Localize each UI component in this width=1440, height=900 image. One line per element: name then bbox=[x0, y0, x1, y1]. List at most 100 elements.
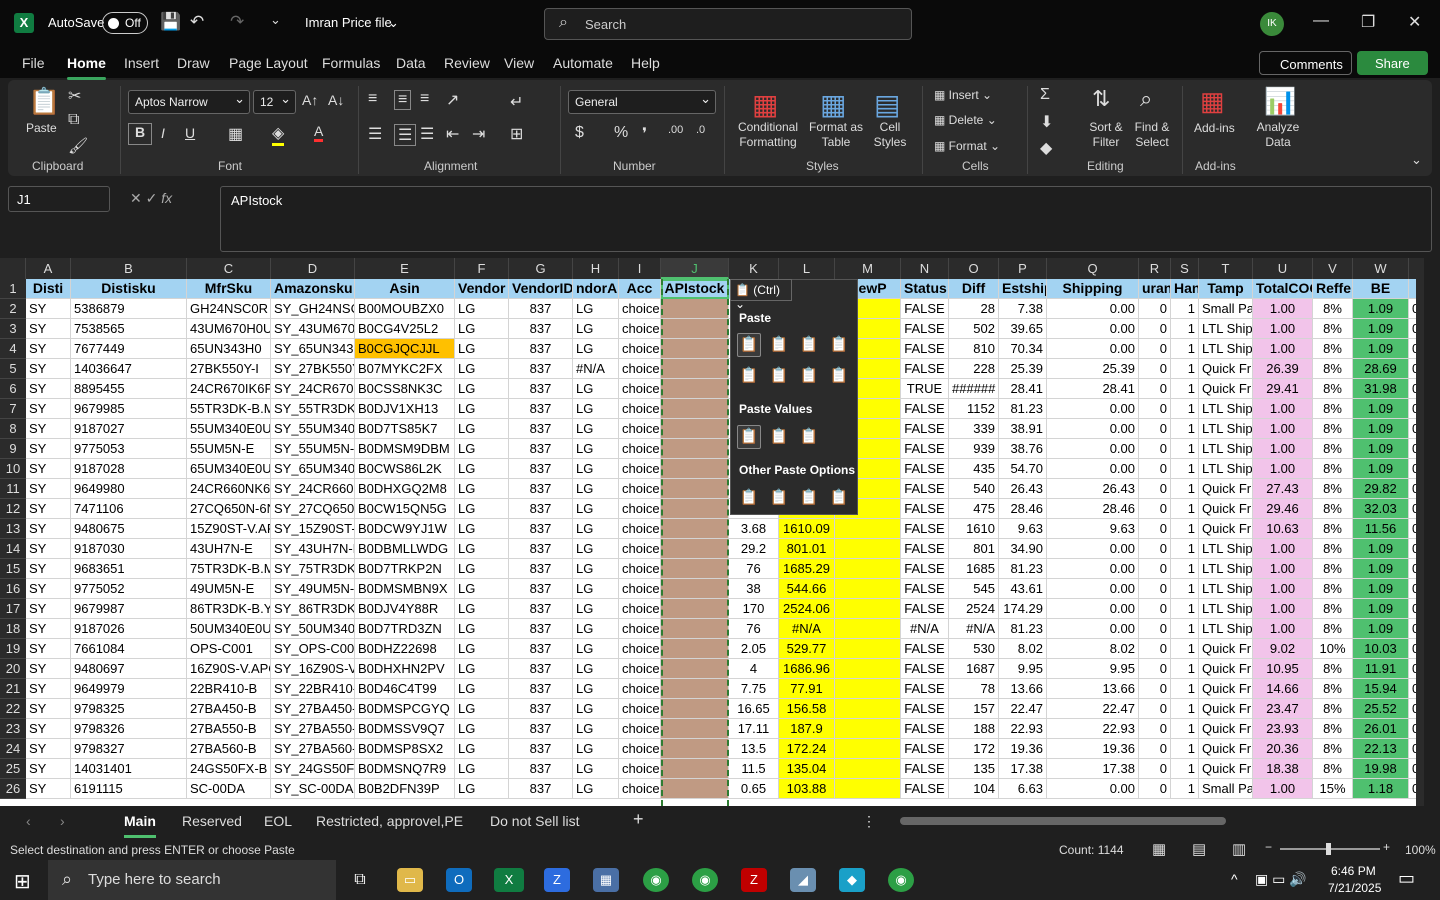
cell[interactable]: SY bbox=[26, 639, 71, 659]
cell[interactable]: Small Pa bbox=[1199, 779, 1253, 799]
cell[interactable]: 20.36 bbox=[1253, 739, 1313, 759]
cell[interactable]: LG bbox=[455, 599, 509, 619]
cell[interactable]: 29.82 bbox=[1353, 479, 1409, 499]
cell[interactable]: SY_15Z90ST-V bbox=[271, 519, 355, 539]
cell[interactable] bbox=[835, 659, 901, 679]
cell[interactable]: 435 bbox=[949, 459, 999, 479]
sort-filter-button[interactable]: Sort & Filter bbox=[1084, 120, 1128, 150]
cell[interactable]: 9683651 bbox=[71, 559, 187, 579]
cell[interactable]: SY bbox=[26, 499, 71, 519]
clock-date[interactable]: 7/21/2025 bbox=[1328, 881, 1381, 895]
row-header[interactable]: 1 bbox=[0, 279, 26, 299]
conditional-formatting-icon[interactable]: ▦ bbox=[752, 88, 778, 121]
formula-controls[interactable]: ✕ ✓ fx bbox=[130, 190, 172, 207]
find-icon[interactable]: ⌕ bbox=[1140, 86, 1152, 112]
cell[interactable]: choice bbox=[619, 539, 661, 559]
analyze-data-button[interactable]: Analyze Data bbox=[1254, 120, 1302, 150]
header-cell[interactable]: Disti bbox=[26, 279, 71, 299]
column-header-u[interactable]: U bbox=[1253, 258, 1313, 279]
cell[interactable]: LG bbox=[573, 659, 619, 679]
app-cube-icon[interactable]: ◆ bbox=[839, 868, 865, 892]
column-header-g[interactable]: G bbox=[509, 258, 573, 279]
cell[interactable]: choice bbox=[619, 499, 661, 519]
cell[interactable]: 172 bbox=[949, 739, 999, 759]
cell[interactable]: Small Pa bbox=[1199, 299, 1253, 319]
cell[interactable]: 837 bbox=[509, 359, 573, 379]
cell[interactable]: LG bbox=[455, 439, 509, 459]
cell[interactable]: 8% bbox=[1313, 339, 1353, 359]
tab-file[interactable]: File bbox=[22, 55, 45, 71]
cell[interactable]: LG bbox=[573, 499, 619, 519]
cell[interactable]: FALSE bbox=[901, 479, 949, 499]
paste-formulas-icon[interactable]: 📋 bbox=[767, 333, 791, 357]
cell[interactable] bbox=[661, 499, 729, 519]
cell[interactable]: choice bbox=[619, 679, 661, 699]
cell[interactable]: choice bbox=[619, 519, 661, 539]
cell[interactable]: FALSE bbox=[901, 579, 949, 599]
cell[interactable]: 8% bbox=[1313, 379, 1353, 399]
formatting-icon[interactable]: 📋 bbox=[737, 486, 761, 510]
cell[interactable]: choice bbox=[619, 659, 661, 679]
zoom-slider-thumb[interactable] bbox=[1326, 843, 1331, 855]
cell[interactable]: SY_27BA450-E bbox=[271, 699, 355, 719]
zoom-level[interactable]: 100% bbox=[1405, 843, 1436, 857]
sheet-tab-main[interactable]: Main bbox=[124, 813, 156, 838]
cell[interactable]: 81.23 bbox=[999, 399, 1047, 419]
cell[interactable]: 9.63 bbox=[999, 519, 1047, 539]
cell[interactable]: B0D7TRD3ZN bbox=[355, 619, 455, 639]
cell[interactable]: 8% bbox=[1313, 539, 1353, 559]
cell[interactable]: 1686.96 bbox=[779, 659, 835, 679]
cell[interactable]: 6.63 bbox=[999, 779, 1047, 799]
cell[interactable]: LG bbox=[573, 539, 619, 559]
cell[interactable]: FALSE bbox=[901, 359, 949, 379]
font-name-select[interactable]: Aptos Narrow bbox=[128, 90, 250, 114]
cell[interactable]: 837 bbox=[509, 759, 573, 779]
cell[interactable]: choice bbox=[619, 759, 661, 779]
cell[interactable]: FALSE bbox=[901, 759, 949, 779]
cell[interactable]: SY_16Z90S-V.A bbox=[271, 659, 355, 679]
cell[interactable]: SY bbox=[26, 779, 71, 799]
fill-icon[interactable]: ⬇ bbox=[1040, 112, 1053, 132]
cell[interactable]: 1 bbox=[1171, 659, 1199, 679]
cell[interactable]: 8% bbox=[1313, 599, 1353, 619]
cell[interactable]: FALSE bbox=[901, 639, 949, 659]
cell[interactable]: 27CQ650N-6N bbox=[187, 499, 271, 519]
row-header[interactable]: 23 bbox=[0, 719, 26, 739]
cell[interactable]: 1.00 bbox=[1253, 399, 1313, 419]
cell[interactable]: SY bbox=[26, 459, 71, 479]
header-cell[interactable]: VendorID bbox=[509, 279, 573, 299]
taskbar-search-input[interactable]: ⌕ Type here to search bbox=[48, 860, 336, 900]
underline-icon[interactable]: U bbox=[185, 125, 195, 141]
orientation-icon[interactable]: ↗ bbox=[446, 90, 459, 110]
cell[interactable]: 1.09 bbox=[1353, 399, 1409, 419]
cell[interactable]: 9187027 bbox=[71, 419, 187, 439]
cell[interactable]: 7471106 bbox=[71, 499, 187, 519]
cell[interactable]: B0CGJQCJJL bbox=[355, 339, 455, 359]
cell[interactable] bbox=[661, 659, 729, 679]
header-cell[interactable]: BE bbox=[1353, 279, 1409, 299]
sheet-tab-reserved[interactable]: Reserved bbox=[182, 813, 242, 829]
cell[interactable]: 837 bbox=[509, 779, 573, 799]
cell[interactable]: SY bbox=[26, 559, 71, 579]
cell[interactable]: 502 bbox=[949, 319, 999, 339]
tab-page-layout[interactable]: Page Layout bbox=[229, 55, 308, 71]
font-color-icon[interactable]: A bbox=[314, 123, 324, 142]
decrease-font-icon[interactable]: A↓ bbox=[328, 92, 344, 108]
cell[interactable]: LG bbox=[455, 779, 509, 799]
cell[interactable]: 8% bbox=[1313, 739, 1353, 759]
cell[interactable] bbox=[661, 599, 729, 619]
cell[interactable]: LG bbox=[573, 619, 619, 639]
cell[interactable]: 837 bbox=[509, 419, 573, 439]
cell[interactable]: 1.09 bbox=[1353, 459, 1409, 479]
cell[interactable]: 11.5 bbox=[729, 759, 779, 779]
cell[interactable]: 104 bbox=[949, 779, 999, 799]
cell[interactable]: 0 bbox=[1139, 659, 1171, 679]
cell[interactable]: 25.39 bbox=[1047, 359, 1139, 379]
header-cell[interactable]: Distisku bbox=[71, 279, 187, 299]
cell[interactable]: 1.09 bbox=[1353, 339, 1409, 359]
cut-icon[interactable]: ✂ bbox=[68, 86, 81, 106]
cell[interactable]: 70.34 bbox=[999, 339, 1047, 359]
picture-icon[interactable]: 📋 bbox=[797, 486, 821, 510]
addins-icon[interactable]: ▦ bbox=[1200, 86, 1225, 117]
paste-icon[interactable]: 📋 bbox=[737, 333, 761, 357]
